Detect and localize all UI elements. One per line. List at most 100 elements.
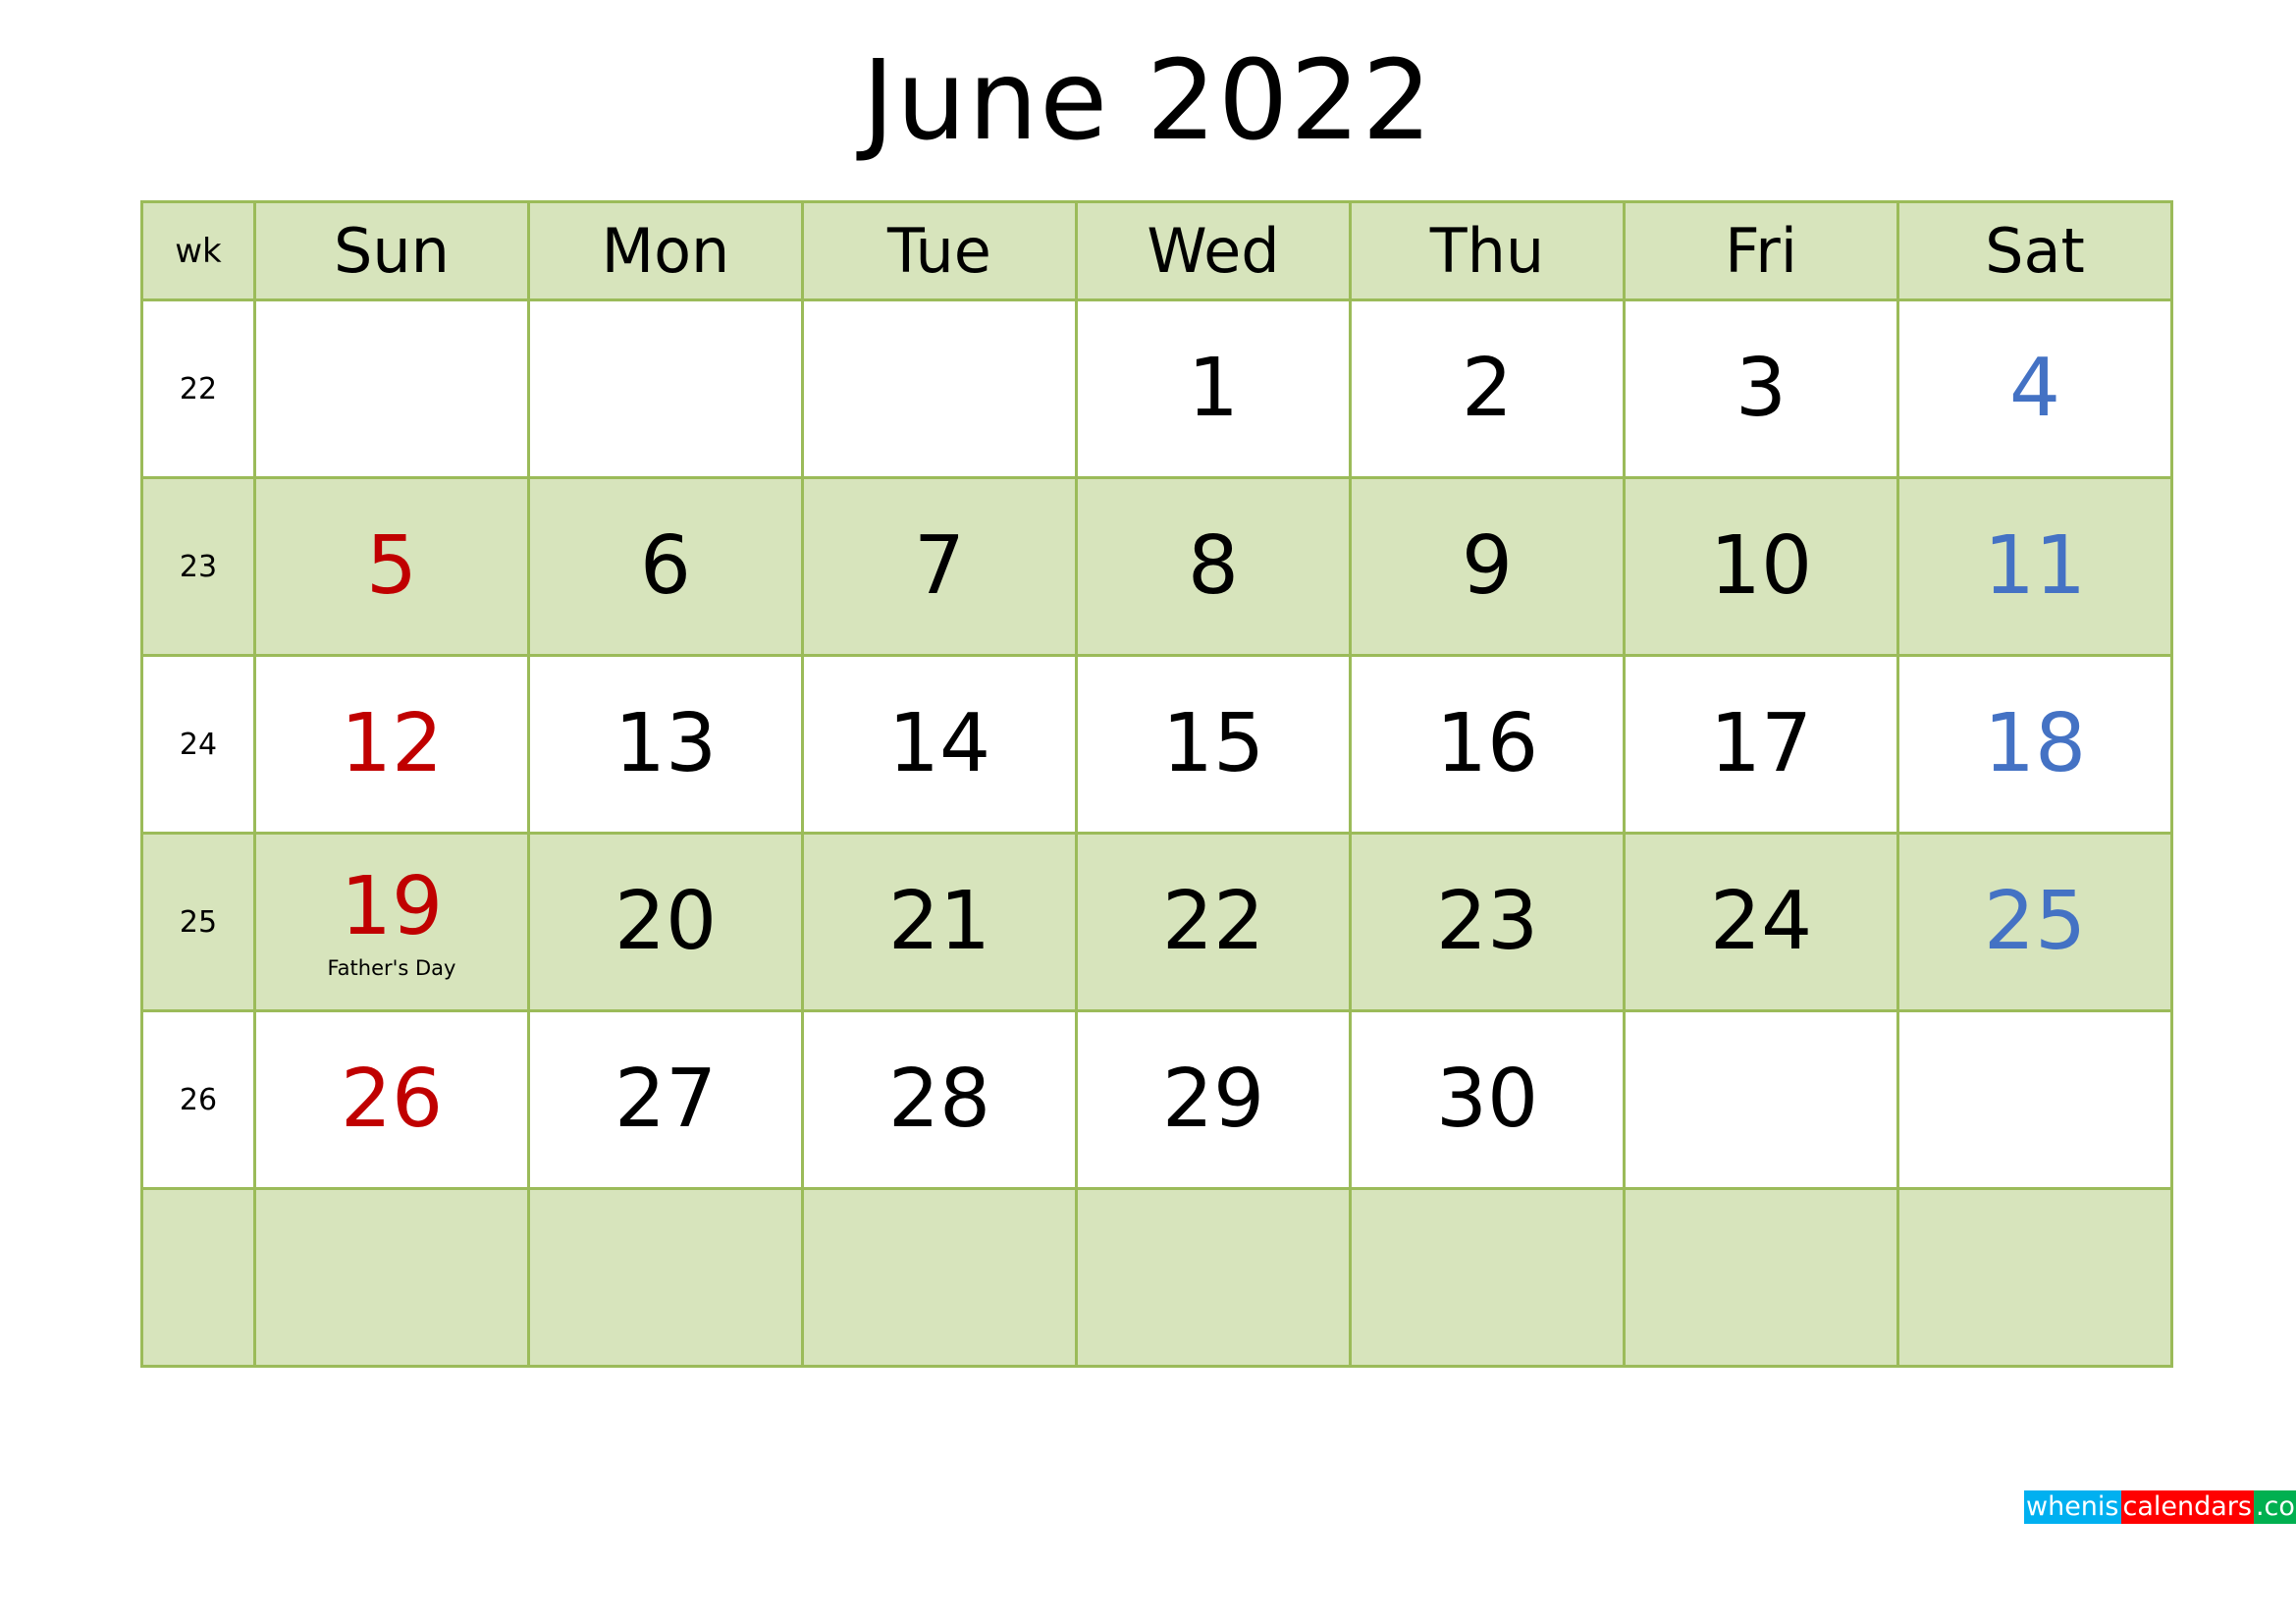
day-cell[interactable]: 25: [1896, 832, 2173, 1012]
week-row: 23 5 6 7 8 9 10 11: [140, 476, 2173, 657]
day-cell[interactable]: [1075, 1187, 1352, 1368]
day-cell[interactable]: 13: [527, 654, 804, 835]
day-cell[interactable]: 19 Father's Day: [253, 832, 530, 1012]
day-number: 17: [1709, 697, 1813, 790]
day-number: 28: [887, 1053, 991, 1146]
day-number: 26: [340, 1053, 444, 1146]
day-number: 20: [614, 875, 718, 968]
day-number: 2: [1461, 342, 1514, 435]
logo-part-whenis: whenis: [2024, 1490, 2121, 1526]
calendar-title: June 2022: [862, 37, 1434, 165]
week-number: 24: [140, 654, 256, 835]
day-cell[interactable]: 28: [801, 1009, 1078, 1190]
weekday-header-sat: Sat: [1896, 200, 2173, 301]
day-cell[interactable]: [253, 298, 530, 479]
day-cell[interactable]: [1896, 1009, 2173, 1190]
day-cell[interactable]: 14: [801, 654, 1078, 835]
day-cell[interactable]: 3: [1623, 298, 1899, 479]
day-cell[interactable]: 11: [1896, 476, 2173, 657]
day-number: 5: [365, 519, 418, 613]
weekday-header-wed: Wed: [1075, 200, 1352, 301]
day-number: 15: [1161, 697, 1265, 790]
day-number: 9: [1461, 519, 1514, 613]
week-number: 25: [140, 832, 256, 1012]
logo-part-calendars: calendars: [2120, 1490, 2254, 1526]
week-row: 24 12 13 14 15 16 17 18: [140, 654, 2173, 835]
day-number: 22: [1161, 875, 1265, 968]
day-cell[interactable]: 8: [1075, 476, 1352, 657]
day-cell[interactable]: 16: [1349, 654, 1626, 835]
week-number: 26: [140, 1009, 256, 1190]
day-cell[interactable]: 15: [1075, 654, 1352, 835]
site-logo[interactable]: whenis calendars .com: [2024, 1490, 2296, 1526]
day-cell[interactable]: [1623, 1187, 1899, 1368]
day-number: 27: [614, 1053, 718, 1146]
weekday-header-sun: Sun: [253, 200, 530, 301]
day-cell[interactable]: 5: [253, 476, 530, 657]
weekday-header-row: wk Sun Mon Tue Wed Thu Fri Sat: [140, 200, 2173, 301]
week-number-header: wk: [140, 200, 256, 301]
week-number: 22: [140, 298, 256, 479]
day-number: 24: [1709, 875, 1813, 968]
day-number: 14: [887, 697, 991, 790]
day-number: 13: [614, 697, 718, 790]
week-number: [140, 1187, 256, 1368]
logo-part-com: .com: [2253, 1490, 2296, 1526]
day-cell[interactable]: 7: [801, 476, 1078, 657]
weekday-header-fri: Fri: [1623, 200, 1899, 301]
day-cell[interactable]: 10: [1623, 476, 1899, 657]
day-number: 4: [2008, 342, 2061, 435]
day-number: 18: [1983, 697, 2087, 790]
weekday-header-thu: Thu: [1349, 200, 1626, 301]
day-number: 25: [1983, 875, 2087, 968]
weekday-header-tue: Tue: [801, 200, 1078, 301]
day-cell[interactable]: 1: [1075, 298, 1352, 479]
day-number: 16: [1435, 697, 1539, 790]
day-cell[interactable]: 27: [527, 1009, 804, 1190]
week-number: 23: [140, 476, 256, 657]
day-number: 30: [1435, 1053, 1539, 1146]
day-cell[interactable]: [527, 1187, 804, 1368]
day-cell[interactable]: 17: [1623, 654, 1899, 835]
day-number: 29: [1161, 1053, 1265, 1146]
holiday-label: Father's Day: [327, 956, 456, 980]
day-number: 23: [1435, 875, 1539, 968]
day-number: 7: [913, 519, 966, 613]
week-row: 25 19 Father's Day 20 21 22 23 24 25: [140, 832, 2173, 1012]
day-cell[interactable]: 29: [1075, 1009, 1352, 1190]
day-cell[interactable]: 2: [1349, 298, 1626, 479]
day-number: 11: [1983, 519, 2087, 613]
day-cell[interactable]: 22: [1075, 832, 1352, 1012]
calendar-grid: wk Sun Mon Tue Wed Thu Fri Sat 22 1 2 3 4 23 5…: [140, 200, 2173, 1368]
day-cell[interactable]: 4: [1896, 298, 2173, 479]
day-cell[interactable]: 9: [1349, 476, 1626, 657]
day-cell[interactable]: 21: [801, 832, 1078, 1012]
day-number: 19: [340, 860, 444, 953]
day-number: 10: [1709, 519, 1813, 613]
day-cell[interactable]: 26: [253, 1009, 530, 1190]
day-cell[interactable]: 12: [253, 654, 530, 835]
day-cell[interactable]: [527, 298, 804, 479]
day-cell[interactable]: 20: [527, 832, 804, 1012]
day-cell[interactable]: [253, 1187, 530, 1368]
day-number: 1: [1187, 342, 1240, 435]
week-row: 26 26 27 28 29 30: [140, 1009, 2173, 1190]
day-number: 8: [1187, 519, 1240, 613]
day-number: 12: [340, 697, 444, 790]
day-cell[interactable]: 24: [1623, 832, 1899, 1012]
week-row: 22 1 2 3 4: [140, 298, 2173, 479]
day-number: 3: [1735, 342, 1788, 435]
day-cell[interactable]: [801, 1187, 1078, 1368]
day-cell[interactable]: 18: [1896, 654, 2173, 835]
day-cell[interactable]: [1896, 1187, 2173, 1368]
day-number: 6: [639, 519, 692, 613]
week-row: [140, 1187, 2173, 1368]
day-cell[interactable]: 6: [527, 476, 804, 657]
day-cell[interactable]: 23: [1349, 832, 1626, 1012]
day-cell[interactable]: 30: [1349, 1009, 1626, 1190]
day-cell[interactable]: [1623, 1009, 1899, 1190]
weekday-header-mon: Mon: [527, 200, 804, 301]
day-cell[interactable]: [1349, 1187, 1626, 1368]
day-cell[interactable]: [801, 298, 1078, 479]
day-number: 21: [887, 875, 991, 968]
